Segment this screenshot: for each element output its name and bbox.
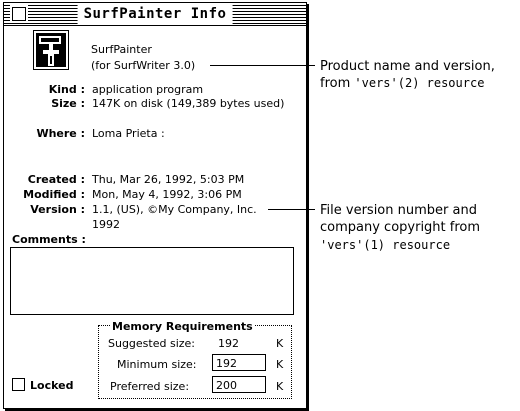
minimum-size-label: Minimum size:	[117, 358, 197, 371]
minimum-size-unit: K	[276, 358, 284, 371]
suggested-size-unit: K	[276, 337, 284, 350]
comments-label: Comments :	[12, 233, 86, 246]
callout-bottom-line3: 'vers'(1) resource	[320, 238, 451, 252]
created-label: Created :	[27, 173, 85, 186]
minimum-size-field[interactable]: 192	[212, 354, 266, 371]
kind-label: Kind :	[48, 83, 85, 96]
kind-value: application program	[92, 83, 204, 96]
where-value: Loma Prieta :	[92, 127, 165, 140]
window-title: SurfPainter Info	[77, 4, 233, 24]
locked-label: Locked	[30, 379, 74, 392]
modified-value: Mon, May 4, 1992, 3:06 PM	[92, 188, 242, 201]
callout-top-prefix: from	[320, 76, 355, 91]
modified-label: Modified :	[23, 188, 85, 201]
app-for: (for SurfWriter 3.0)	[91, 59, 196, 72]
created-value: Thu, Mar 26, 1992, 5:03 PM	[92, 173, 245, 186]
callout-bottom-line1: File version number and	[320, 203, 477, 218]
callout-top-line1: Product name and version,	[320, 59, 495, 74]
preferred-size-unit: K	[276, 380, 284, 393]
close-box[interactable]	[12, 7, 26, 21]
callout-top-code: 'vers'(2) resource	[354, 76, 485, 90]
size-value: 147K on disk (149,389 bytes used)	[92, 97, 285, 110]
version-label: Version :	[30, 203, 85, 216]
callout-top-line2: from 'vers'(2) resource	[320, 75, 484, 92]
locked-checkbox[interactable]	[12, 378, 25, 391]
version-value: 1.1, (US), ©My Company, Inc.	[92, 203, 257, 216]
paint-roller-icon	[33, 30, 69, 70]
callout-bottom-line2: company copyright from	[320, 220, 481, 235]
suggested-size-value: 192	[218, 337, 239, 350]
callout-line-top	[210, 65, 315, 66]
suggested-size-label: Suggested size:	[108, 337, 196, 350]
callout-line-bottom	[268, 209, 315, 210]
comments-field[interactable]	[10, 247, 294, 315]
version-value-year: 1992	[92, 218, 120, 231]
where-label: Where :	[36, 127, 85, 140]
preferred-size-label: Preferred size:	[110, 380, 190, 393]
preferred-size-field[interactable]: 200	[212, 376, 266, 393]
size-label: Size :	[51, 97, 85, 110]
memory-requirements-title: Memory Requirements	[110, 320, 255, 333]
app-name: SurfPainter	[91, 43, 152, 56]
